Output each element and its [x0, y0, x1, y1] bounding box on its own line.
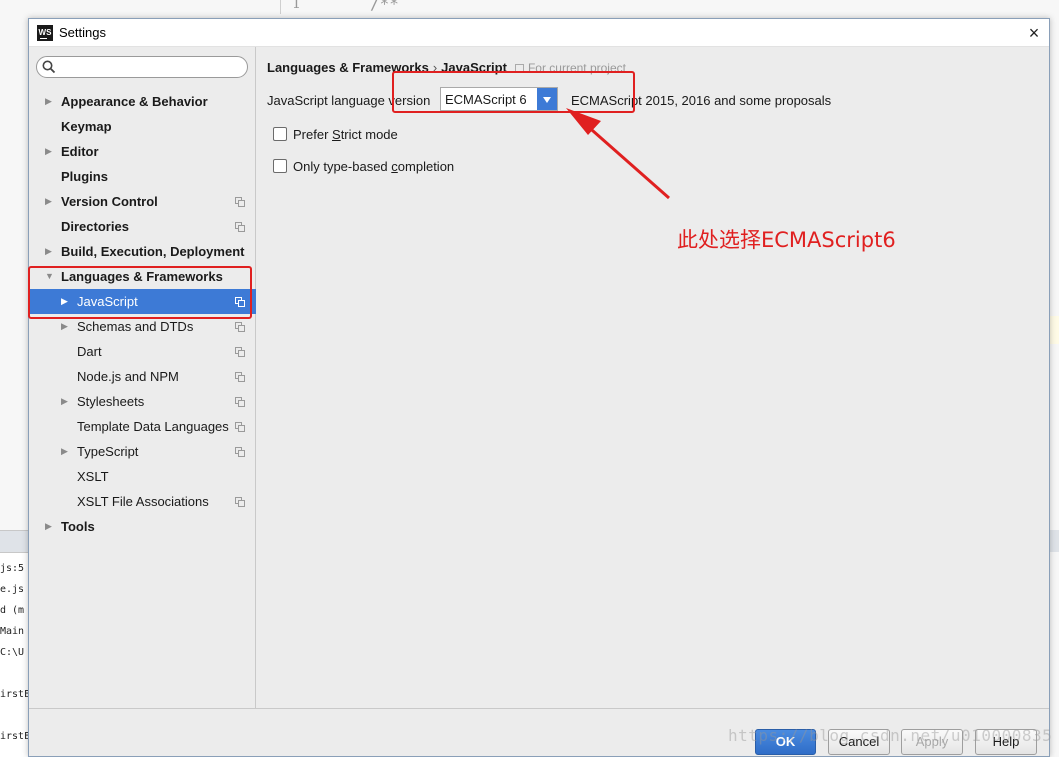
watermark: https://blog.csdn.net/u010000835 [728, 726, 1053, 745]
annotation-text: 此处选择ECMAScript6 [677, 228, 896, 252]
annotation-arrow-icon [566, 108, 670, 200]
